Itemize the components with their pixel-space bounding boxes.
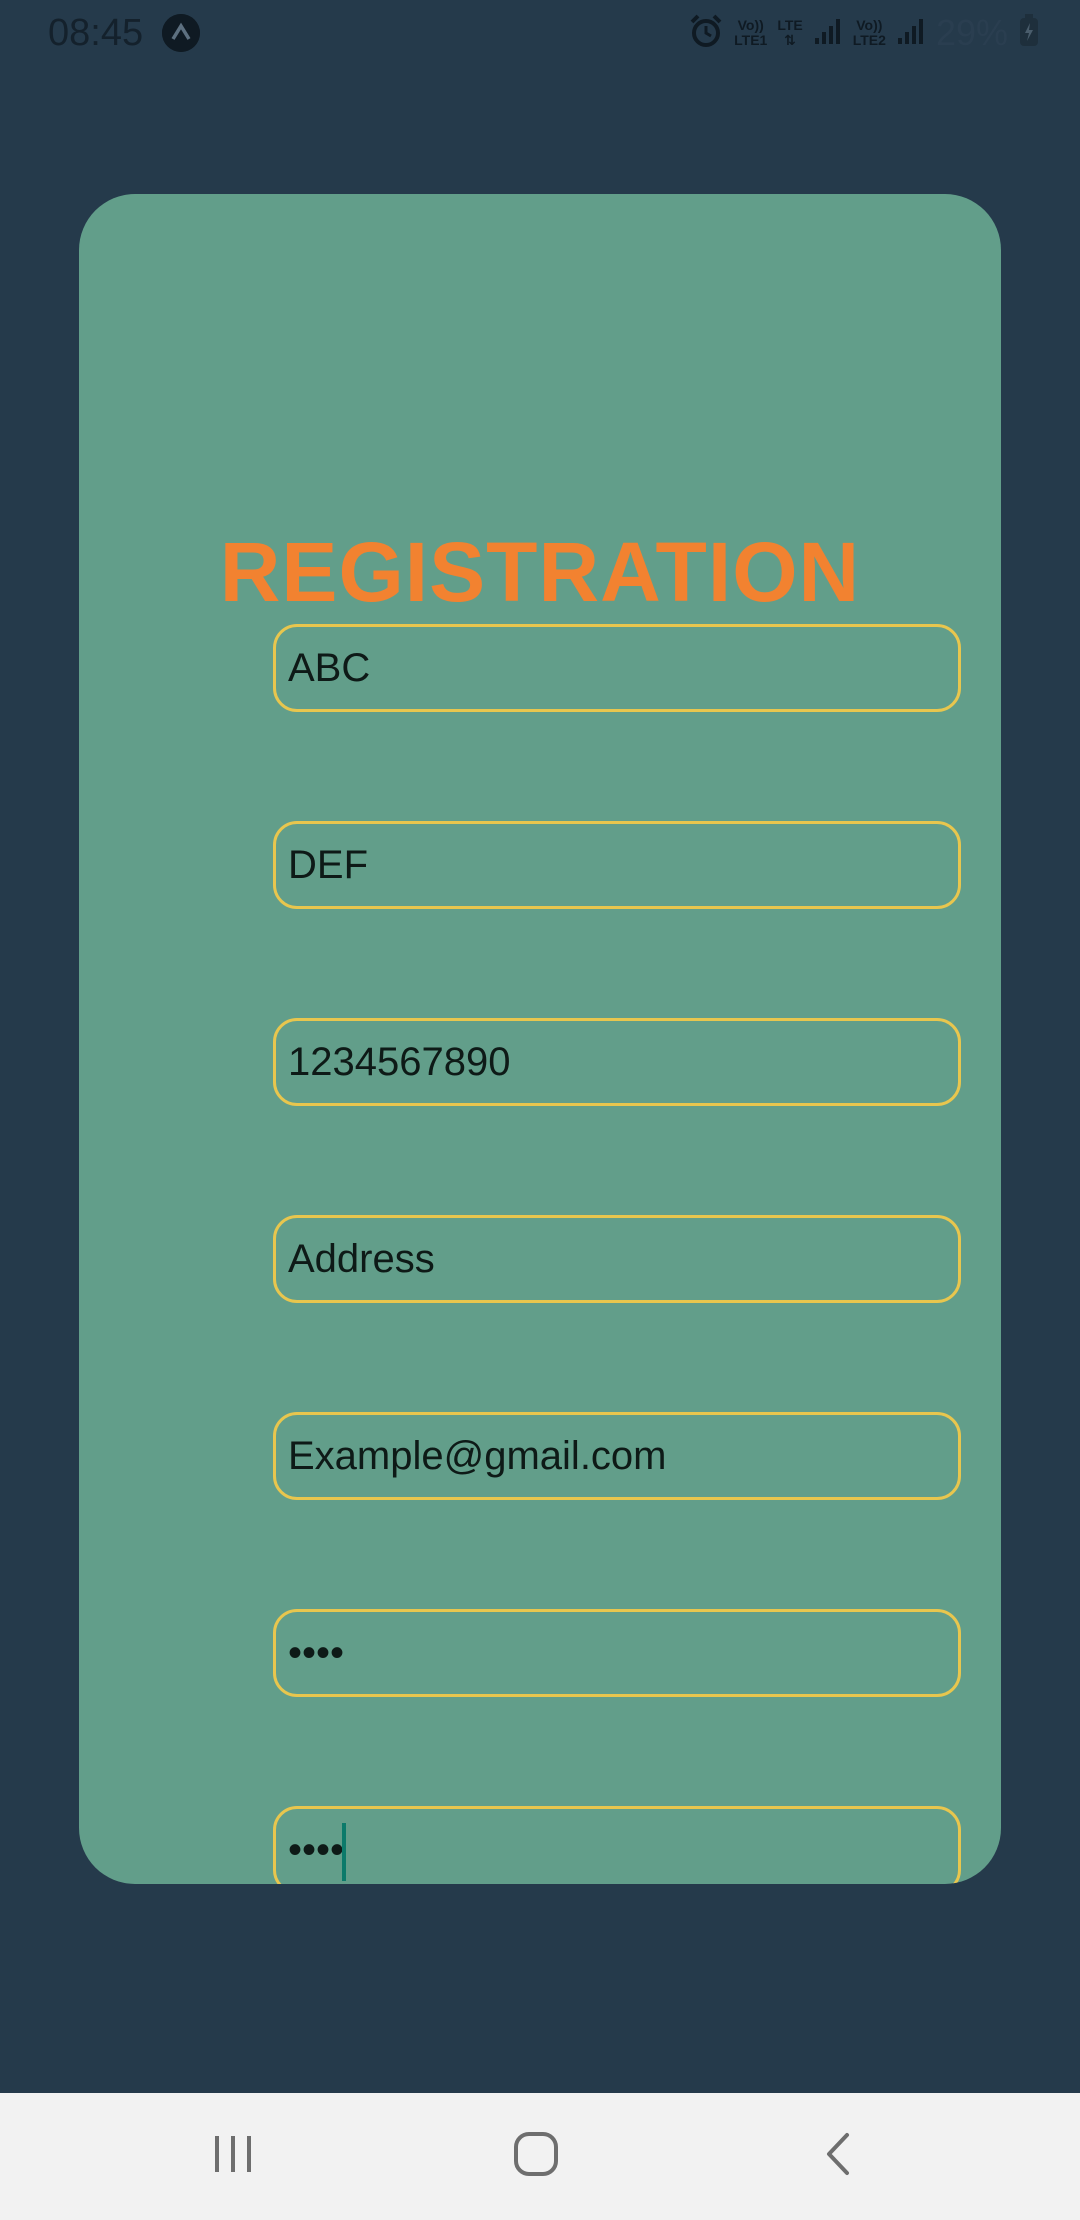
sim1-label-bottom: LTE1 bbox=[734, 32, 768, 48]
sim1-label-top: Vo)) bbox=[737, 17, 764, 33]
data-arrows-icon: ⇅ bbox=[784, 32, 796, 48]
sim2-volte-indicator: Vo)) LTE2 bbox=[853, 18, 886, 48]
phone-value: 1234567890 bbox=[288, 1040, 511, 1084]
back-icon bbox=[823, 2132, 853, 2181]
home-button[interactable] bbox=[476, 2093, 596, 2220]
last-name-input[interactable]: DEF bbox=[273, 821, 961, 909]
status-time: 08:45 bbox=[48, 12, 144, 54]
lte-data-indicator: LTE ⇅ bbox=[777, 18, 802, 48]
screen: 08:45 Vo)) LTE1 LTE ⇅ Vo)) LTE2 29% REGI… bbox=[0, 0, 1080, 2220]
confirm-password-value: •••• bbox=[288, 1828, 345, 1872]
confirm-password-input[interactable]: •••• bbox=[273, 1806, 961, 1884]
sim2-label-top: Vo)) bbox=[856, 17, 883, 33]
alarm-icon bbox=[688, 13, 724, 54]
navigation-bar bbox=[0, 2093, 1080, 2220]
battery-percent: 29% bbox=[935, 12, 1008, 53]
sim2-label-bottom: LTE2 bbox=[852, 32, 886, 48]
password-value: •••• bbox=[288, 1631, 345, 1675]
app-notification-icon bbox=[162, 14, 200, 52]
signal-strength-sim1-icon bbox=[813, 16, 843, 51]
back-button[interactable] bbox=[778, 2093, 898, 2220]
page-title: REGISTRATION bbox=[219, 525, 861, 619]
sim1-volte-indicator: Vo)) LTE1 bbox=[734, 18, 767, 48]
data-label: LTE bbox=[777, 17, 803, 33]
password-input[interactable]: •••• bbox=[273, 1609, 961, 1697]
signal-strength-sim2-icon bbox=[896, 16, 926, 51]
home-icon bbox=[513, 2131, 559, 2182]
last-name-value: DEF bbox=[288, 843, 368, 887]
phone-input[interactable]: 1234567890 bbox=[273, 1018, 961, 1106]
email-value: Example@gmail.com bbox=[288, 1434, 667, 1478]
battery-charging-icon bbox=[1018, 13, 1040, 53]
status-bar: 08:45 Vo)) LTE1 LTE ⇅ Vo)) LTE2 29% bbox=[0, 0, 1080, 66]
address-value: Address bbox=[288, 1237, 435, 1281]
recents-icon bbox=[211, 2134, 255, 2179]
email-input[interactable]: Example@gmail.com bbox=[273, 1412, 961, 1500]
first-name-input[interactable]: ABC bbox=[273, 624, 961, 712]
first-name-value: ABC bbox=[288, 646, 371, 690]
address-input[interactable]: Address bbox=[273, 1215, 961, 1303]
status-icons: Vo)) LTE1 LTE ⇅ Vo)) LTE2 29% bbox=[688, 10, 1040, 56]
registration-card: REGISTRATION ABC DEF 1234567890 Address … bbox=[79, 194, 1001, 1884]
text-cursor bbox=[342, 1823, 346, 1881]
recents-button[interactable] bbox=[173, 2093, 293, 2220]
